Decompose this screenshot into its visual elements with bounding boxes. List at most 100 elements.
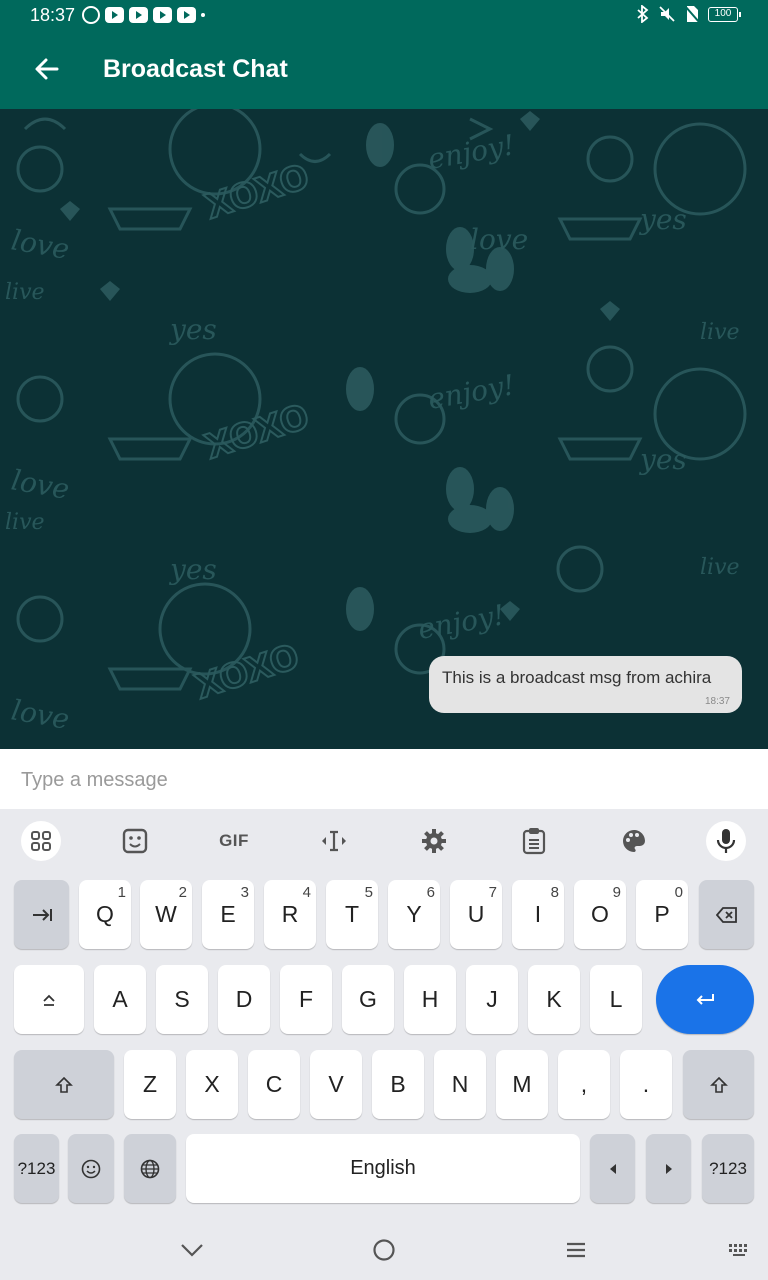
notification-icons (82, 6, 205, 24)
svg-text:live: live (700, 555, 740, 580)
key-o[interactable]: O9 (574, 880, 626, 949)
key-period[interactable]: . (620, 1050, 672, 1119)
enter-icon (696, 993, 714, 1005)
system-icons: 100 (636, 5, 741, 23)
cursor-left-key[interactable] (590, 1134, 635, 1203)
key-h[interactable]: H (404, 965, 456, 1034)
message-bubble-outgoing[interactable]: This is a broadcast msg from achira 18:3… (429, 656, 742, 713)
key-l[interactable]: L (590, 965, 642, 1034)
no-sim-icon (684, 5, 700, 23)
caps-lock-key[interactable] (14, 965, 84, 1034)
backspace-icon (715, 906, 737, 923)
palette-icon[interactable] (614, 821, 654, 861)
language-key[interactable] (124, 1134, 176, 1203)
shift-key-left[interactable] (14, 1050, 114, 1119)
symbols-key-right[interactable]: ?123 (702, 1134, 754, 1203)
svg-text:live: live (700, 320, 740, 345)
key-b[interactable]: B (372, 1050, 424, 1119)
svg-text:enjoy!: enjoy! (425, 128, 517, 176)
svg-text:love: love (9, 693, 72, 736)
key-g[interactable]: G (342, 965, 394, 1034)
key-t[interactable]: T5 (326, 880, 378, 949)
svg-text:enjoy!: enjoy! (415, 598, 507, 646)
message-time: 18:37 (704, 696, 730, 707)
mute-icon (659, 6, 675, 22)
key-e[interactable]: E3 (202, 880, 254, 949)
settings-gear-icon[interactable] (414, 821, 454, 861)
svg-text:love: love (9, 223, 72, 266)
enter-key[interactable] (656, 965, 754, 1034)
menu-icon[interactable] (558, 1235, 594, 1265)
key-m[interactable]: M (496, 1050, 548, 1119)
home-circle-icon[interactable] (366, 1235, 402, 1265)
arrow-left-icon (35, 58, 59, 80)
caps-lock-icon (43, 994, 55, 1006)
gif-button[interactable]: GIF (214, 821, 254, 861)
text-cursor-icon[interactable] (314, 821, 354, 861)
shift-icon (55, 1076, 73, 1093)
svg-text:enjoy!: enjoy! (425, 368, 517, 416)
clipboard-icon[interactable] (514, 821, 554, 861)
key-w[interactable]: W2 (140, 880, 192, 949)
caret-left-icon (609, 1163, 616, 1174)
message-text: This is a broadcast msg from achira (442, 668, 712, 687)
key-j[interactable]: J (466, 965, 518, 1034)
shift-icon (709, 1076, 728, 1093)
chevron-down-icon[interactable] (174, 1235, 210, 1265)
tab-key[interactable] (14, 880, 69, 949)
status-time: 18:37 (30, 5, 76, 25)
keyboard-icon[interactable] (721, 1235, 757, 1265)
key-r[interactable]: R4 (264, 880, 316, 949)
key-x[interactable]: X (186, 1050, 238, 1119)
cursor-right-key[interactable] (646, 1134, 691, 1203)
navigation-bar (0, 1225, 768, 1280)
globe-icon (140, 1159, 160, 1178)
microphone-icon[interactable] (706, 821, 746, 861)
chat-wallpaper: enjoy! enjoy! enjoy! love love love love… (5, 109, 747, 736)
shift-key-right[interactable] (683, 1050, 754, 1119)
key-c[interactable]: C (248, 1050, 300, 1119)
whatsapp-icon (82, 6, 100, 24)
key-n[interactable]: N (434, 1050, 486, 1119)
app-bar: Broadcast Chat (0, 30, 768, 109)
composer-bar (0, 749, 768, 809)
key-p[interactable]: P0 (636, 880, 688, 949)
svg-text:live: live (5, 280, 45, 305)
key-z[interactable]: Z (124, 1050, 176, 1119)
key-u[interactable]: U7 (450, 880, 502, 949)
svg-text:yes: yes (168, 313, 217, 346)
key-v[interactable]: V (310, 1050, 362, 1119)
key-k[interactable]: K (528, 965, 580, 1034)
svg-text:yes: yes (638, 203, 687, 236)
battery-icon: 100 (708, 6, 741, 22)
sticker-icon[interactable] (115, 821, 155, 861)
key-comma[interactable]: , (558, 1050, 610, 1119)
svg-text:yes: yes (168, 553, 217, 586)
svg-text:live: live (5, 510, 45, 535)
backspace-key[interactable] (699, 880, 754, 949)
youtube-icon (177, 7, 196, 23)
message-input[interactable] (21, 767, 741, 793)
youtube-icon (153, 7, 172, 23)
back-button[interactable] (30, 52, 64, 86)
key-q[interactable]: Q1 (79, 880, 131, 949)
page-title: Broadcast Chat (103, 55, 288, 83)
space-key[interactable]: English (186, 1134, 580, 1203)
keyboard: GIF Q1 W2 E3 R4 T5 Y6 U7 I8 O9 P0 A S D … (0, 809, 768, 1225)
key-d[interactable]: D (218, 965, 270, 1034)
youtube-icon (105, 7, 124, 23)
key-y[interactable]: Y6 (388, 880, 440, 949)
emoji-key[interactable] (68, 1134, 114, 1203)
bluetooth-icon (637, 5, 649, 23)
tab-icon (32, 908, 52, 921)
apps-grid-icon[interactable] (21, 821, 61, 861)
key-s[interactable]: S (156, 965, 208, 1034)
symbols-key-left[interactable]: ?123 (14, 1134, 59, 1203)
key-a[interactable]: A (94, 965, 146, 1034)
key-i[interactable]: I8 (512, 880, 564, 949)
more-notifications-dot (201, 13, 205, 17)
chat-area[interactable]: enjoy! enjoy! enjoy! love love love love… (0, 109, 768, 749)
key-f[interactable]: F (280, 965, 332, 1034)
emoji-icon (81, 1159, 101, 1178)
svg-text:XOXO: XOXO (200, 397, 314, 468)
